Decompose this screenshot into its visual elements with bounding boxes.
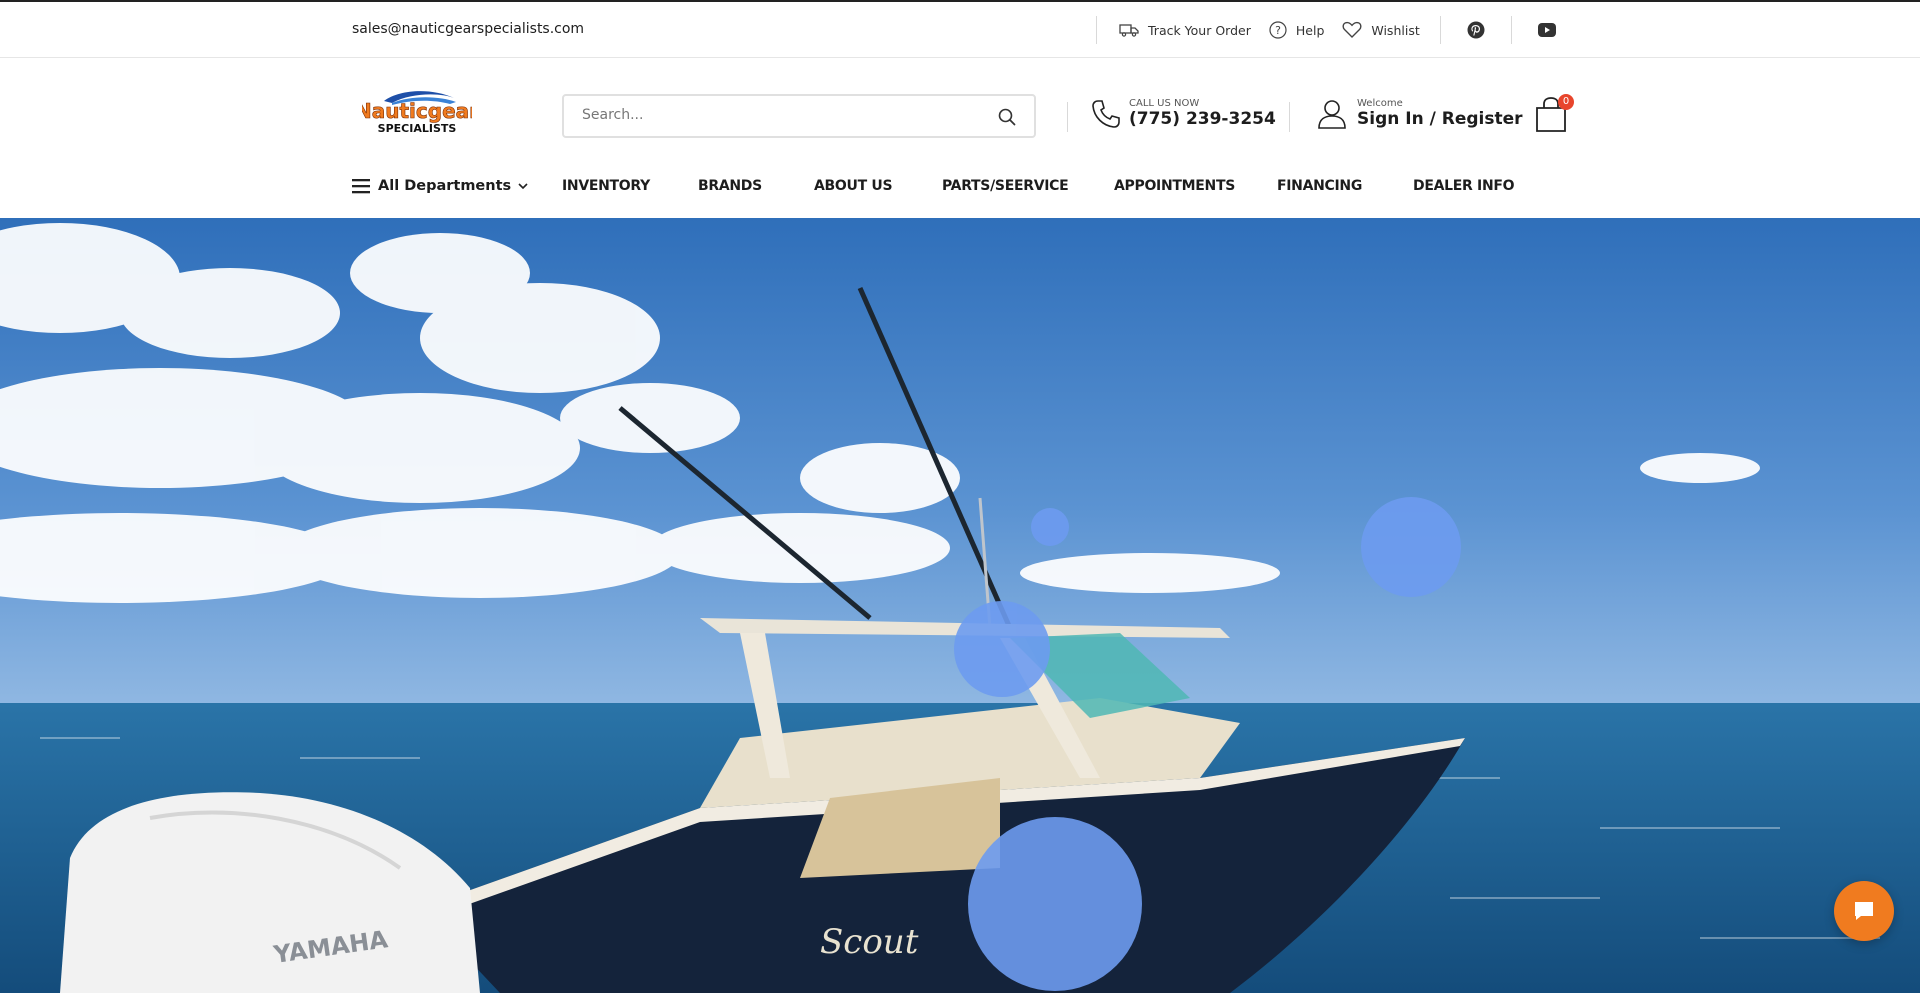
divider <box>1511 16 1512 44</box>
search-box <box>562 94 1036 138</box>
chevron-down-icon <box>518 183 528 190</box>
phone-number: (775) 239-3254 <box>1129 109 1276 129</box>
nav-item-dealer-info[interactable]: DEALER INFO <box>1413 178 1515 194</box>
cart-button[interactable]: 0 <box>1534 94 1574 136</box>
pinterest-icon[interactable] <box>1467 21 1485 39</box>
nav-item-financing[interactable]: FINANCING <box>1277 178 1362 194</box>
hero-banner: Scout YAMAHA <box>0 218 1920 993</box>
cart-count-badge: 0 <box>1558 94 1574 110</box>
divider <box>1289 102 1290 132</box>
top-links: Track Your Order ? Help Wishlist <box>1096 2 1420 58</box>
wishlist-label: Wishlist <box>1371 22 1420 38</box>
all-departments-label: All Departments <box>378 178 512 194</box>
social-links <box>1440 2 1556 58</box>
top-bar: sales@nauticgearspecialists.com Track Yo… <box>0 0 1920 58</box>
search-input[interactable] <box>582 107 962 123</box>
svg-text:?: ? <box>1275 24 1281 37</box>
user-icon <box>1318 100 1346 129</box>
help-icon: ? <box>1269 21 1287 39</box>
wishlist-link[interactable]: Wishlist <box>1342 21 1420 39</box>
main-nav: All Departments INVENTORY BRANDS ABOUT U… <box>0 158 1920 218</box>
phone-icon <box>1092 100 1120 128</box>
site-logo[interactable]: Nauticgear SPECIALISTS <box>355 87 479 137</box>
help-link[interactable]: ? Help <box>1269 21 1325 39</box>
divider <box>1440 16 1441 44</box>
youtube-icon[interactable] <box>1538 23 1556 37</box>
logo-text-top: Nauticgear <box>362 99 472 123</box>
hamburger-icon <box>352 179 370 194</box>
nav-item-about-us[interactable]: ABOUT US <box>814 178 893 194</box>
track-order-link[interactable]: Track Your Order <box>1119 23 1251 38</box>
call-label: CALL US NOW <box>1129 98 1200 109</box>
boat-name-script: Scout <box>820 922 919 962</box>
nav-item-parts-service[interactable]: PARTS/SEERVICE <box>942 178 1069 194</box>
contact-email-link[interactable]: sales@nauticgearspecialists.com <box>352 21 584 37</box>
help-label: Help <box>1295 22 1325 38</box>
divider <box>1096 16 1097 44</box>
truck-icon <box>1119 24 1139 37</box>
account-link[interactable]: Welcome Sign In / Register <box>1316 98 1523 130</box>
logo-graphic: Nauticgear SPECIALISTS <box>355 91 479 135</box>
track-order-label: Track Your Order <box>1148 22 1251 38</box>
nav-item-appointments[interactable]: APPOINTMENTS <box>1114 178 1235 194</box>
all-departments-menu[interactable]: All Departments <box>352 178 528 194</box>
search-icon[interactable] <box>998 108 1016 126</box>
nav-item-inventory[interactable]: INVENTORY <box>562 178 650 194</box>
heart-icon <box>1342 21 1362 38</box>
nav-item-brands[interactable]: BRANDS <box>698 178 762 194</box>
chat-button[interactable] <box>1834 881 1894 941</box>
call-us[interactable]: CALL US NOW (775) 239-3254 <box>1090 98 1276 130</box>
welcome-label: Welcome <box>1357 98 1403 109</box>
divider <box>1067 102 1068 132</box>
sign-in-register: Sign In / Register <box>1357 109 1523 129</box>
hero-image: Scout YAMAHA <box>0 218 1920 993</box>
logo-text-bottom: SPECIALISTS <box>378 122 457 135</box>
chat-bubble-icon <box>1855 902 1873 920</box>
